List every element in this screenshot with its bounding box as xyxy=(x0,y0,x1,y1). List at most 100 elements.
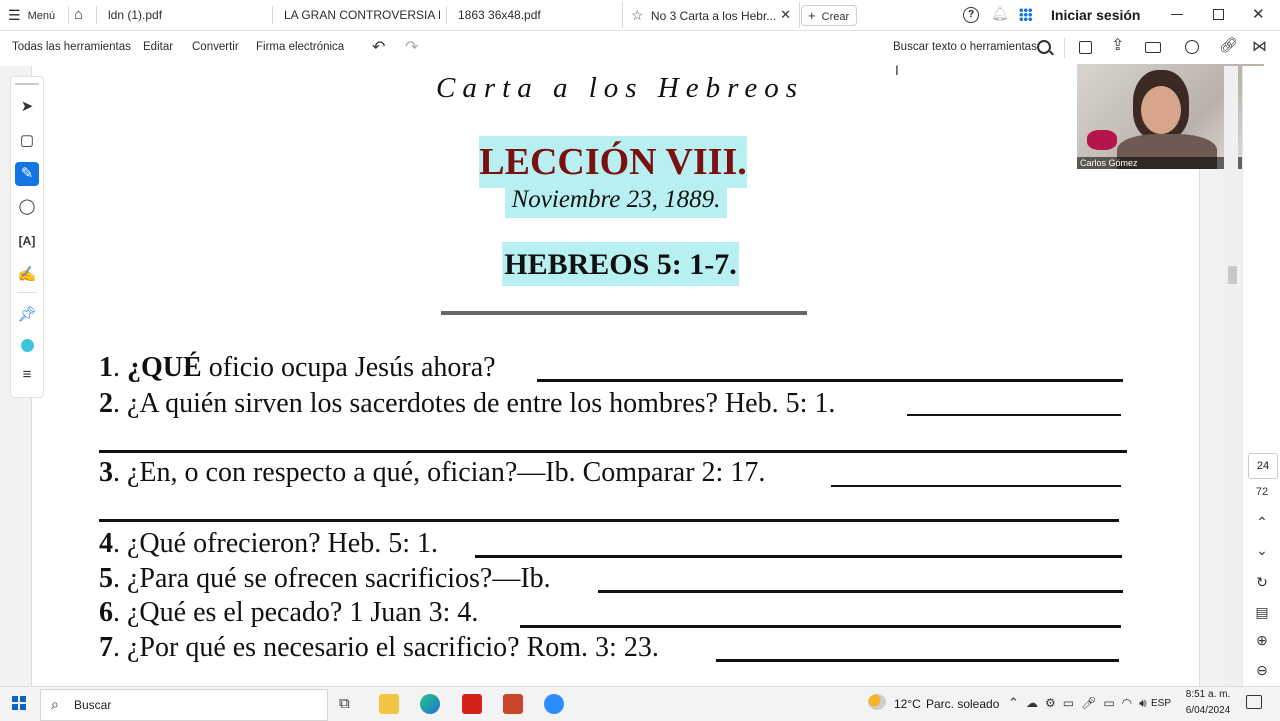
add-comment-icon[interactable]: ▢ xyxy=(15,129,39,153)
save-icon[interactable] xyxy=(1079,41,1092,54)
rotate-icon[interactable]: ↻ xyxy=(1249,574,1275,591)
question-number: 4 xyxy=(99,528,113,559)
answer-line[interactable] xyxy=(598,590,1123,593)
answer-line[interactable] xyxy=(537,379,1123,382)
create-label: Crear xyxy=(821,11,850,23)
page-navigation-panel: 24 72 ⌃ ⌄ ↻ ▤ ⊕ ⊖ xyxy=(1242,66,1280,686)
question-4: 4. ¿Qué ofrecieron? Heb. 5: 1. xyxy=(99,528,438,559)
clock-time[interactable]: 8:51 a. m. xyxy=(1180,689,1236,700)
input-language[interactable]: ESP xyxy=(1151,698,1171,709)
esign-menu[interactable]: Firma electrónica xyxy=(256,41,344,53)
lasso-icon[interactable]: ◯ xyxy=(15,195,39,219)
powerpoint-icon[interactable] xyxy=(503,694,523,714)
tab-label: ldn (1).pdf xyxy=(108,8,163,22)
acrobat-icon[interactable] xyxy=(462,694,482,714)
text-box-icon[interactable]: [A] xyxy=(15,229,39,253)
tab-ldn[interactable]: ldn (1).pdf xyxy=(108,4,258,26)
tab-carta-hebreos[interactable]: ☆ No 3 Carta a los Hebr... ✕ xyxy=(622,2,800,28)
link-icon[interactable]: 🔗︎ xyxy=(1219,36,1238,54)
tab-label: LA GRAN CONTROVERSIA E... xyxy=(284,8,440,22)
windows-start-icon[interactable] xyxy=(12,696,26,710)
edge-icon[interactable] xyxy=(420,694,440,714)
answer-line[interactable] xyxy=(475,555,1122,558)
help-icon[interactable]: ? xyxy=(963,7,979,23)
tray-icons[interactable]: ☁⚙▭🎤︎▭◠🔊︎ xyxy=(1026,696,1154,711)
lesson-date: Noviembre 23, 1889. xyxy=(511,186,721,213)
answer-line[interactable] xyxy=(99,450,1127,453)
tab-label: No 3 Carta a los Hebr... xyxy=(650,9,777,23)
star-icon[interactable]: ☆ xyxy=(631,7,644,23)
redo-icon[interactable]: ↷ xyxy=(405,37,418,57)
lesson-title: LECCIÓN VIII. xyxy=(479,141,747,183)
share-user-icon[interactable] xyxy=(1185,40,1199,54)
question-1: 1. ¿QUÉ oficio ocupa Jesús ahora? xyxy=(99,352,496,383)
notifications-icon[interactable] xyxy=(1246,695,1262,709)
question-number: 6 xyxy=(99,597,113,628)
question-text: ¿Qué ofrecieron? Heb. 5: 1. xyxy=(120,528,438,559)
create-button[interactable]: + Crear xyxy=(801,5,857,26)
tab-1863[interactable]: 1863 36x48.pdf xyxy=(458,4,608,26)
document-header: Carta a los Hebreos xyxy=(436,72,804,104)
convert-menu[interactable]: Convertir xyxy=(192,41,239,53)
close-tab-icon[interactable]: ✕ xyxy=(780,2,791,28)
answer-line[interactable] xyxy=(907,414,1121,416)
search-tools-label[interactable]: Buscar texto o herramientas xyxy=(893,41,1037,53)
zoom-in-icon[interactable]: ⊕ xyxy=(1249,632,1275,649)
question-7: 7. ¿Por qué es necesario el sacrificio? … xyxy=(99,632,659,663)
question-5: 5. ¿Para qué se ofrecen sacrificios?—Ib. xyxy=(99,563,551,594)
answer-line[interactable] xyxy=(99,519,1119,522)
apps-icon[interactable] xyxy=(1019,8,1032,21)
page-down-icon[interactable]: ⌄ xyxy=(1249,542,1275,559)
question-lead: ¿QUÉ xyxy=(127,352,202,383)
restore-icon[interactable] xyxy=(1213,9,1224,20)
page-view-icon[interactable]: ▤ xyxy=(1249,604,1275,621)
more-options-icon[interactable]: ≡ xyxy=(15,363,39,387)
home-icon[interactable]: ⌂ xyxy=(74,6,83,23)
close-window-icon[interactable]: ✕ xyxy=(1252,5,1265,23)
upload-icon[interactable]: ⇪ xyxy=(1111,35,1124,55)
scrollbar-track[interactable] xyxy=(1224,66,1238,686)
page-current-box[interactable]: 24 xyxy=(1248,453,1278,479)
menu-button[interactable]: ☰ Menú xyxy=(8,7,55,24)
clock-date[interactable]: 6/04/2024 xyxy=(1180,705,1236,716)
taskbar-search-label: Buscar xyxy=(74,698,112,712)
answer-line[interactable] xyxy=(716,659,1119,662)
minimize-icon[interactable] xyxy=(1171,14,1183,15)
answer-line[interactable] xyxy=(520,625,1121,628)
bell-icon[interactable]: 🔔︎ xyxy=(991,5,1009,22)
page-up-icon[interactable]: ⌃ xyxy=(1249,514,1275,531)
question-text: oficio ocupa Jesús ahora? xyxy=(201,352,496,383)
page-total: 72 xyxy=(1255,486,1269,498)
task-view-icon[interactable]: ⧉ xyxy=(339,695,350,712)
question-number: 5 xyxy=(99,563,113,594)
tray-chevron-icon[interactable]: ⌃ xyxy=(1008,695,1019,711)
select-arrow-icon[interactable]: ➤ xyxy=(15,95,39,119)
text-cursor-icon: Ⅰ xyxy=(895,63,899,78)
scrollbar-thumb[interactable] xyxy=(1228,266,1237,284)
sign-in-link[interactable]: Iniciar sesión xyxy=(1051,7,1140,23)
answer-line[interactable] xyxy=(831,485,1121,487)
zoom-out-icon[interactable]: ⊖ xyxy=(1249,662,1275,679)
search-icon[interactable] xyxy=(1037,40,1054,56)
title-bar: ☰ Menú ⌂ ldn (1).pdf LA GRAN CONTROVERSI… xyxy=(0,0,1280,31)
taskbar-search-box[interactable]: ⌕ Buscar xyxy=(40,689,328,721)
file-explorer-icon[interactable] xyxy=(379,694,399,714)
zoom-icon[interactable] xyxy=(544,694,564,714)
hamburger-icon: ☰ xyxy=(8,7,21,23)
tab-gran-controversia[interactable]: LA GRAN CONTROVERSIA E... xyxy=(284,4,440,26)
all-tools-menu[interactable]: Todas las herramientas xyxy=(12,41,131,53)
highlight-pen-icon[interactable]: ✎ xyxy=(15,162,39,186)
edit-menu[interactable]: Editar xyxy=(143,41,173,53)
more-tools-icon[interactable]: ⋈ xyxy=(1252,37,1267,55)
sign-pen-icon[interactable]: ✍ xyxy=(15,263,39,287)
question-2: 2. ¿A quién sirven los sacerdotes de ent… xyxy=(99,388,836,419)
plus-icon: + xyxy=(808,8,816,23)
undo-icon[interactable]: ↶ xyxy=(372,37,385,57)
question-3: 3. ¿En, o con respecto a qué, ofician?—I… xyxy=(99,457,766,488)
print-icon[interactable] xyxy=(1145,42,1161,53)
weather-temp: 12°C xyxy=(894,697,921,711)
color-swatch[interactable] xyxy=(21,339,34,352)
question-number: 3 xyxy=(99,457,113,488)
search-icon: ⌕ xyxy=(51,696,59,712)
pin-icon[interactable]: 📌︎ xyxy=(15,303,39,327)
